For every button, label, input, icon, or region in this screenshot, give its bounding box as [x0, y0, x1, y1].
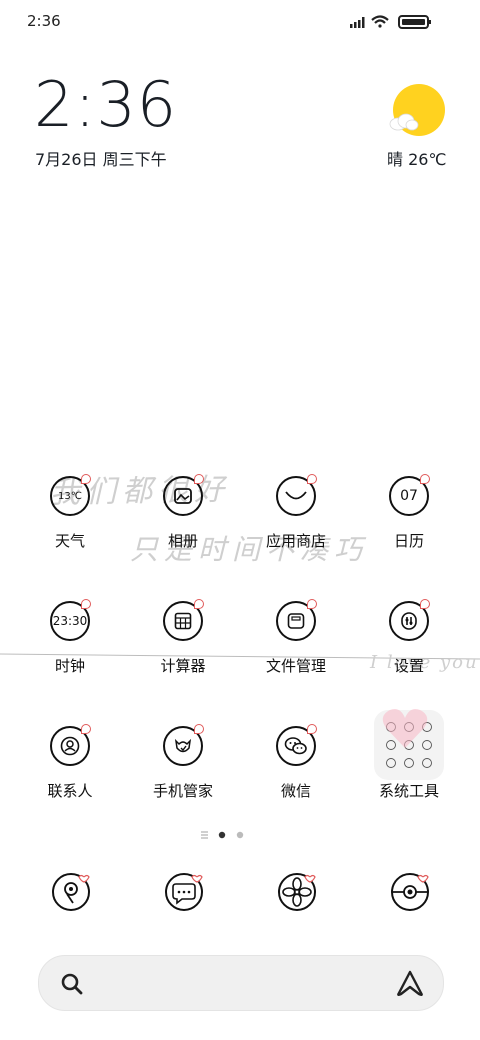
app-wechat[interactable]: 微信	[246, 724, 346, 801]
settings-icon	[389, 599, 430, 641]
badge-dot	[81, 599, 91, 609]
page-indicator[interactable]	[198, 828, 258, 842]
assistant-icon[interactable]	[395, 969, 425, 997]
badge-dot	[194, 599, 204, 609]
status-icons	[350, 15, 431, 29]
badge-dot	[194, 474, 204, 484]
app-label: 相册	[167, 532, 198, 550]
clock-icon-time: 23:30	[52, 614, 88, 628]
clock-time[interactable]: 2:36	[34, 74, 177, 136]
app-store-icon	[276, 474, 317, 516]
gallery-icon	[163, 474, 204, 516]
app-weather[interactable]: 13℃ 天气	[20, 474, 120, 551]
messages-icon[interactable]	[164, 872, 204, 912]
camera-icon[interactable]	[390, 872, 430, 912]
weather-text: 晴 26℃	[387, 150, 447, 169]
badge-dot	[194, 724, 204, 734]
page-dot	[236, 831, 244, 839]
wechat-icon	[276, 724, 317, 766]
badge-dot	[420, 474, 430, 484]
app-label: 天气	[54, 532, 85, 550]
app-label: 设置	[393, 657, 424, 675]
phone-icon[interactable]	[51, 872, 91, 912]
app-file-manager[interactable]: 文件管理	[246, 599, 346, 676]
battery-icon	[398, 15, 431, 29]
app-settings[interactable]: 设置	[359, 599, 459, 676]
app-calculator[interactable]: 计算器	[133, 599, 233, 676]
file-manager-icon	[276, 599, 317, 641]
calculator-icon	[163, 599, 204, 641]
calendar-icon: 07	[389, 474, 430, 516]
clock-icon: 23:30	[50, 599, 91, 641]
app-label: 文件管理	[265, 657, 326, 675]
app-contacts[interactable]: 联系人	[20, 724, 120, 801]
app-label: 时钟	[54, 657, 85, 675]
signal-icon	[350, 17, 365, 28]
app-label: 应用商店	[265, 532, 326, 550]
security-icon	[163, 724, 204, 766]
app-clock[interactable]: 23:30 时钟	[20, 599, 120, 676]
app-label: 系统工具	[378, 782, 439, 800]
app-system-tools[interactable]: 系统工具	[359, 726, 459, 801]
app-gallery[interactable]: 相册	[133, 474, 233, 551]
clock-date: 7月26日 周三下午	[35, 150, 167, 169]
app-label: 计算器	[160, 657, 206, 675]
app-security[interactable]: 手机管家	[133, 724, 233, 801]
browser-icon[interactable]	[277, 872, 317, 912]
sun-cloud-icon[interactable]	[388, 84, 446, 138]
search-icon	[61, 973, 83, 995]
badge-dot	[420, 599, 430, 609]
badge-dot	[307, 724, 317, 734]
menu-lines-icon	[201, 831, 208, 839]
page-dot-active	[218, 831, 226, 839]
weather-icon-temp: 13℃	[58, 490, 82, 502]
app-label: 日历	[393, 532, 424, 550]
app-label: 微信	[280, 782, 311, 800]
app-calendar[interactable]: 07 日历	[359, 474, 459, 551]
badge-dot	[81, 724, 91, 734]
search-bar[interactable]	[38, 955, 444, 1011]
badge-dot	[81, 474, 91, 484]
app-store[interactable]: 应用商店	[246, 474, 346, 551]
calendar-icon-day: 07	[400, 488, 418, 504]
weather-icon: 13℃	[50, 474, 91, 516]
contacts-icon	[50, 724, 91, 766]
wifi-icon	[371, 15, 389, 28]
badge-dot	[307, 599, 317, 609]
app-label: 手机管家	[152, 782, 213, 800]
app-label: 联系人	[47, 782, 93, 800]
badge-dot	[307, 474, 317, 484]
status-time: 2:36	[27, 12, 61, 30]
